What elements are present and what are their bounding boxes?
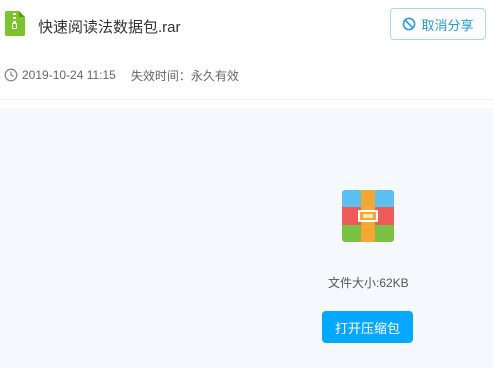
file-fold-corner [19, 11, 25, 17]
file-name-title: 快速阅读法数据包.rar [38, 19, 181, 36]
share-time: 2019-10-24 11:15 [22, 68, 116, 82]
expire-time: 失效时间：永久有效 [130, 68, 239, 83]
zip-file-icon [5, 11, 25, 36]
open-archive-button[interactable]: 打开压缩包 [322, 311, 413, 343]
cancel-share-button[interactable]: 取消分享 [390, 8, 486, 40]
divider [0, 99, 493, 100]
share-meta: 2019-10-24 11:15 失效时间：永久有效 [4, 67, 239, 83]
file-size-text: 文件大小:62KB [328, 276, 409, 290]
clock-icon [4, 68, 18, 82]
zipper-stripe [13, 13, 16, 23]
preview-panel [0, 108, 493, 368]
share-page: 快速阅读法数据包.rar 取消分享 2019-10-24 11:15 失效时间：… [0, 0, 493, 368]
cancel-share-label: 取消分享 [421, 17, 474, 33]
zipper-pull [12, 23, 17, 29]
archive-rar-icon [342, 190, 394, 242]
prohibited-icon [403, 17, 416, 31]
